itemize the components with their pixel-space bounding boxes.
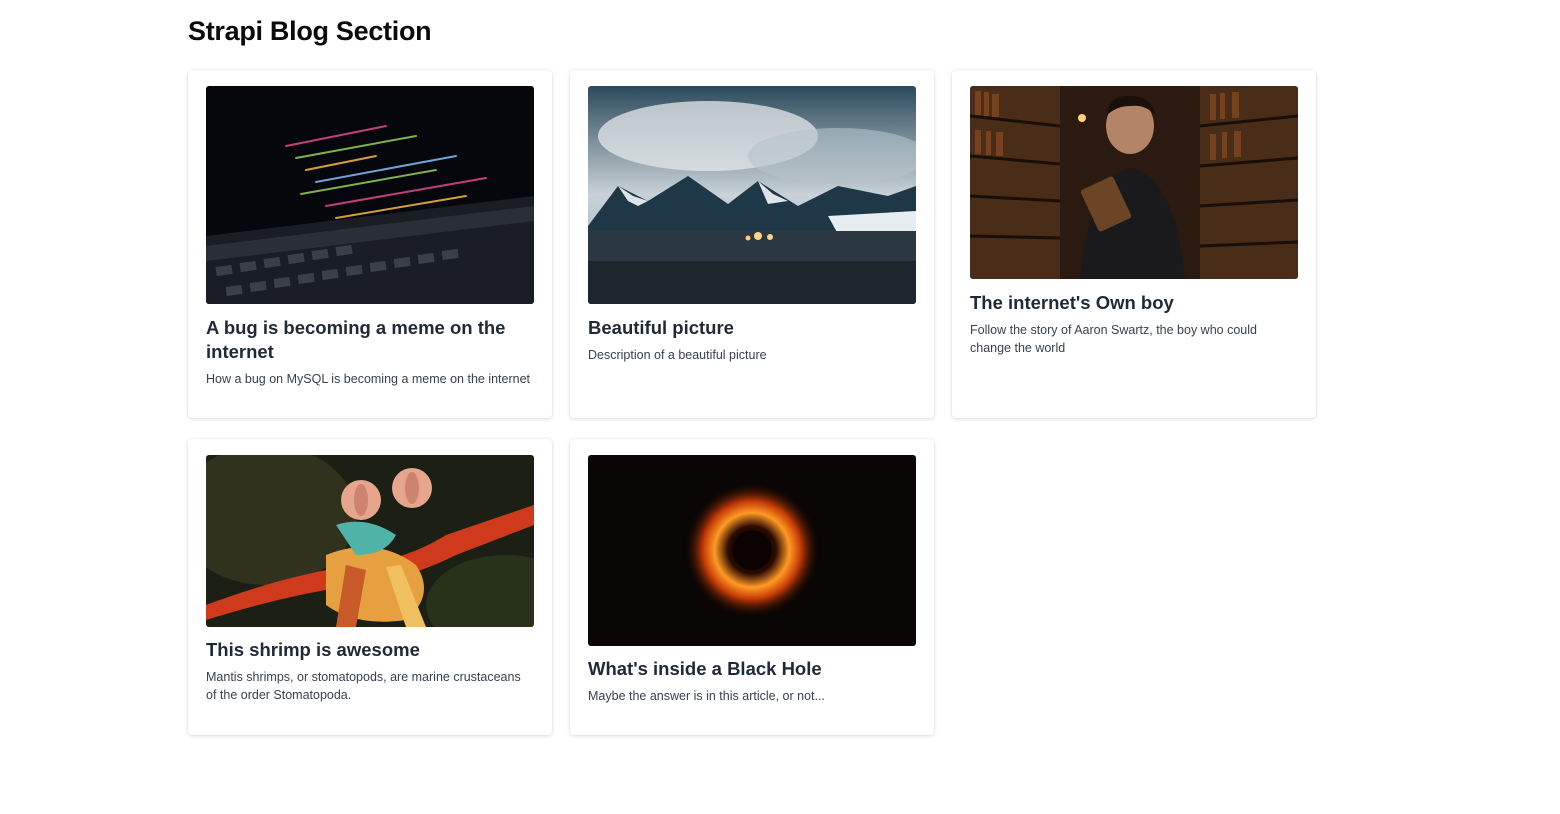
page-title: Strapi Blog Section bbox=[188, 16, 432, 46]
article-title[interactable]: A bug is becoming a meme on the internet bbox=[206, 316, 534, 364]
laptop-code-image[interactable] bbox=[206, 86, 534, 304]
article-card-black-hole[interactable]: What's inside a Black Hole Maybe the ans… bbox=[570, 439, 934, 735]
article-card-bug-meme[interactable]: A bug is becoming a meme on the internet… bbox=[188, 70, 552, 418]
article-card-internets-own-boy[interactable]: The internet's Own boy Follow the story … bbox=[952, 70, 1316, 418]
article-title[interactable]: This shrimp is awesome bbox=[206, 638, 534, 662]
mountain-landscape-image[interactable] bbox=[588, 86, 916, 304]
article-description: Mantis shrimps, or stomatopods, are mari… bbox=[206, 670, 521, 702]
article-description: How a bug on MySQL is becoming a meme on… bbox=[206, 372, 531, 386]
article-description: Description of a beautiful picture bbox=[588, 348, 767, 362]
black-hole-image[interactable] bbox=[588, 455, 916, 646]
article-description: Maybe the answer is in this article, or … bbox=[588, 689, 825, 703]
article-title[interactable]: Beautiful picture bbox=[588, 316, 916, 340]
article-card-shrimp[interactable]: This shrimp is awesome Mantis shrimps, o… bbox=[188, 439, 552, 735]
article-description: Follow the story of Aaron Swartz, the bo… bbox=[970, 323, 1257, 355]
library-portrait-image[interactable] bbox=[970, 86, 1298, 279]
article-card-beautiful-picture[interactable]: Beautiful picture Description of a beaut… bbox=[570, 70, 934, 418]
mantis-shrimp-image[interactable] bbox=[206, 455, 534, 627]
article-title[interactable]: The internet's Own boy bbox=[970, 291, 1298, 315]
article-title[interactable]: What's inside a Black Hole bbox=[588, 657, 916, 681]
